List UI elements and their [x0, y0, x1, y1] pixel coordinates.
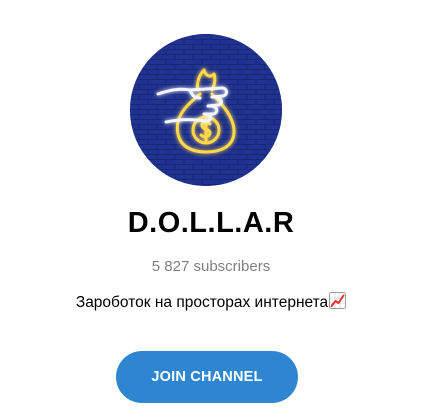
- chart-increasing-icon: [329, 292, 347, 314]
- join-channel-button[interactable]: JOIN CHANNEL: [116, 351, 298, 403]
- channel-avatar: [130, 34, 282, 186]
- money-bag-in-hand-icon: [130, 34, 282, 186]
- subscriber-count: 5 827 subscribers: [151, 258, 271, 275]
- channel-description: Зароботок на просторах интернета: [0, 292, 422, 314]
- channel-title: D.O.L.L.A.R: [127, 207, 295, 239]
- channel-description-text: Зароботок на просторах интернета: [75, 294, 329, 311]
- channel-card: D.O.L.L.A.R 5 827 subscribers Зароботок …: [0, 0, 422, 411]
